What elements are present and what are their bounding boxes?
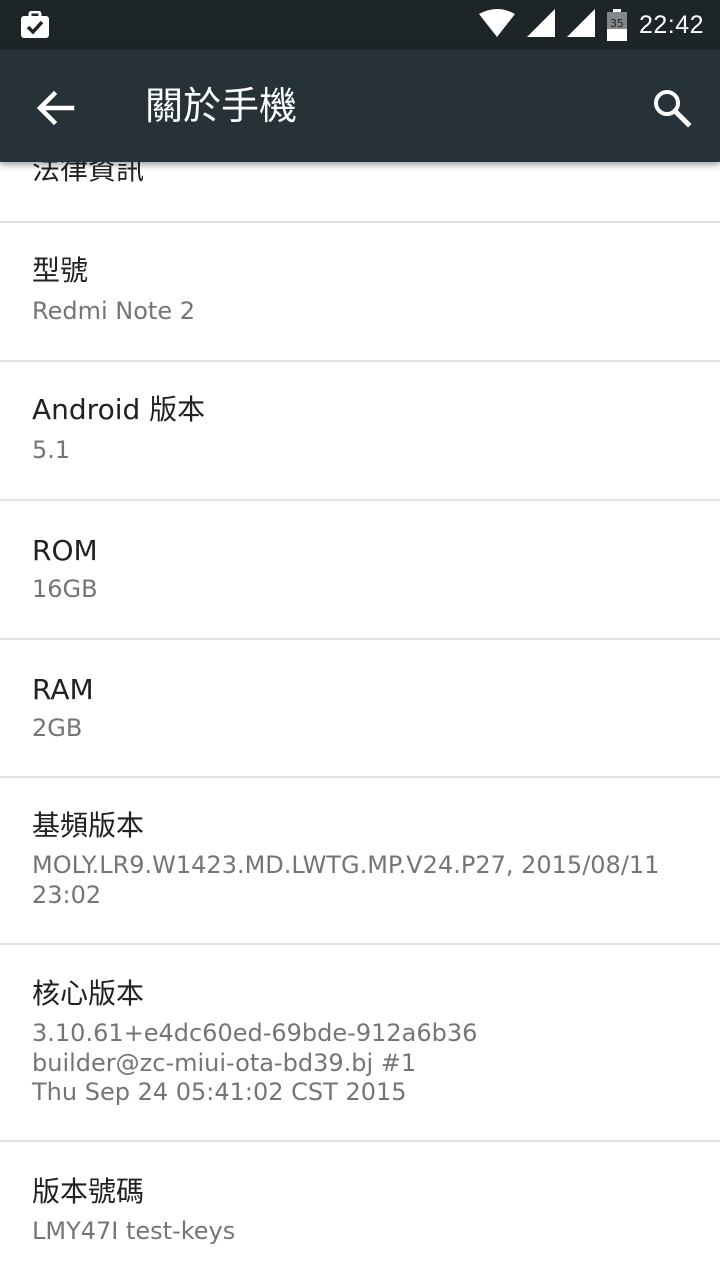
battery-icon: 35 <box>606 9 627 41</box>
list-item-summary: 3.10.61+e4dc60ed-69bde-912a6b36 builder@… <box>32 1019 478 1106</box>
arrow-back-icon <box>36 90 75 126</box>
signal-icon <box>566 9 595 41</box>
list-item-summary: 16GB <box>32 575 98 603</box>
app-bar: 關於手機 <box>0 50 720 162</box>
list-item-title: 版本號碼 <box>32 1175 145 1208</box>
list-item-title: 型號 <box>32 254 89 287</box>
status-clock: 22:42 <box>638 10 704 39</box>
search-button[interactable] <box>650 86 694 130</box>
search-icon <box>654 90 692 128</box>
list-item-summary: 2GB <box>32 714 83 742</box>
list-item-title: RAM <box>32 673 94 706</box>
list-item-android-version[interactable]: Android 版本 5.1 <box>0 362 720 499</box>
battery-level: 35 <box>609 17 624 30</box>
list-item-title: ROM <box>32 534 98 567</box>
list-item-title: Android 版本 <box>32 393 206 426</box>
signal-icon <box>526 9 555 41</box>
list-item-title: 基頻版本 <box>32 809 145 842</box>
list-item-summary: MOLY.LR9.W1423.MD.LWTG.MP.V24.P27, 2015/… <box>32 851 660 909</box>
page-title: 關於手機 <box>145 84 298 128</box>
list-item-summary: 5.1 <box>32 436 71 464</box>
list-item-rom[interactable]: ROM 16GB <box>0 501 720 638</box>
status-bar: 35 22:42 <box>0 0 720 50</box>
back-button[interactable] <box>34 88 78 128</box>
list-item-summary: LMY47I test-keys <box>32 1217 236 1245</box>
list-item-kernel-version[interactable]: 核心版本 3.10.61+e4dc60ed-69bde-912a6b36 bui… <box>0 945 720 1140</box>
list-item-summary: Redmi Note 2 <box>32 297 195 325</box>
wifi-icon <box>478 9 515 41</box>
list-item-model[interactable]: 型號 Redmi Note 2 <box>0 223 720 360</box>
list-item-legal-info-title[interactable]: 法律資訊 <box>32 162 144 190</box>
clipboard-check-icon <box>20 10 50 43</box>
list-item-title: 核心版本 <box>32 977 145 1010</box>
list-item-baseband-version[interactable]: 基頻版本 MOLY.LR9.W1423.MD.LWTG.MP.V24.P27, … <box>0 778 720 943</box>
list-item-ram[interactable]: RAM 2GB <box>0 640 720 776</box>
about-phone-list: 法律資訊 型號 Redmi Note 2 Android 版本 5.1 ROM … <box>0 162 720 1280</box>
list-item-build-number[interactable]: 版本號碼 LMY47I test-keys <box>0 1142 720 1280</box>
